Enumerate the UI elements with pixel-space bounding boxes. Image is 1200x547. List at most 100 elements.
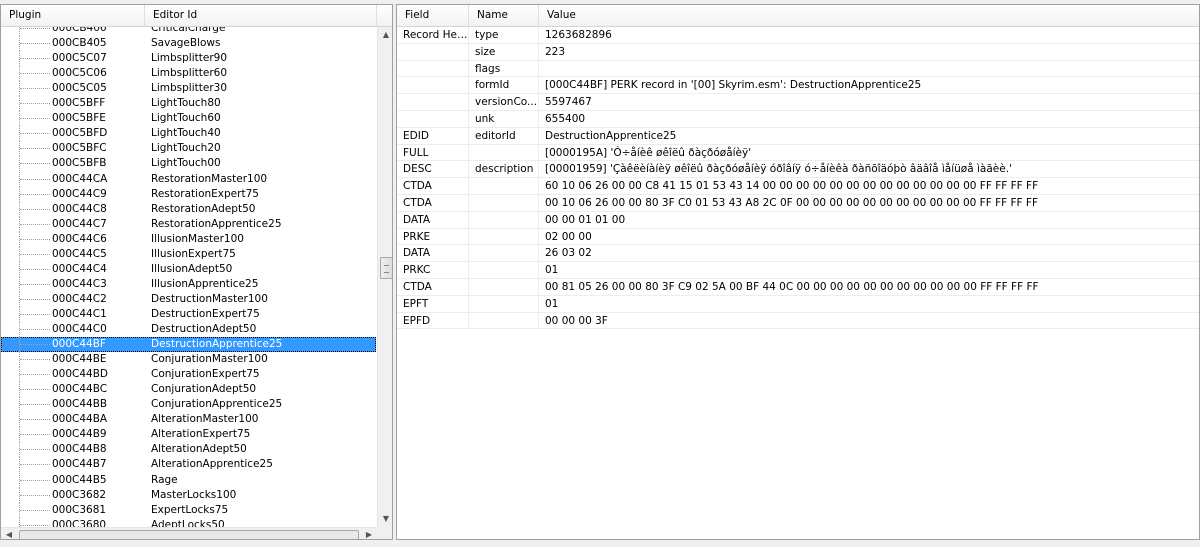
record-field-row[interactable]: Record Hea... type 1263682896 bbox=[397, 27, 1199, 44]
tree-row[interactable]: 000C5C06 Limbsplitter60 bbox=[1, 66, 376, 82]
tree-row[interactable]: 000C5BFD LightTouch40 bbox=[1, 126, 376, 142]
tree-row[interactable]: 000C3681 ExpertLocks75 bbox=[1, 502, 376, 518]
tree-branch-line bbox=[20, 464, 50, 466]
record-editor-id: ConjurationAdept50 bbox=[151, 383, 257, 396]
tree-row[interactable]: 000C5BFB LightTouch00 bbox=[1, 156, 376, 172]
tree-row[interactable]: 000C44C9 RestorationExpert75 bbox=[1, 186, 376, 202]
record-field-row[interactable]: PRKE 02 00 00 bbox=[397, 228, 1199, 246]
record-field-row[interactable]: size 223 bbox=[397, 43, 1199, 61]
record-field-row[interactable]: flags bbox=[397, 60, 1199, 78]
tree-row[interactable]: 000C44BC ConjurationAdept50 bbox=[1, 382, 376, 398]
tree-branch-line bbox=[20, 434, 50, 436]
scroll-down-arrow-icon[interactable]: ▼ bbox=[378, 511, 392, 527]
record-form-id: 000CB406 bbox=[52, 27, 107, 34]
tree-row[interactable]: 000C44B5 Rage bbox=[1, 472, 376, 488]
tree-row[interactable]: 000C3680 AdeptLocks50 bbox=[1, 517, 376, 527]
value-cell: 1263682896 bbox=[545, 29, 612, 41]
record-editor-id: AlterationAdept50 bbox=[151, 443, 247, 456]
record-form-id: 000C3680 bbox=[52, 518, 107, 527]
record-form-id: 000C5BFD bbox=[52, 127, 108, 140]
record-editor-id: AlterationMaster100 bbox=[151, 413, 259, 426]
column-header-name[interactable]: Name bbox=[469, 5, 539, 26]
tree-branch-line bbox=[20, 509, 50, 511]
tree-row[interactable]: 000C44C0 DestructionAdept50 bbox=[1, 322, 376, 337]
tree-row[interactable]: 000C44BB ConjurationApprentice25 bbox=[1, 397, 376, 413]
tree-row[interactable]: 000C5BFE LightTouch60 bbox=[1, 111, 376, 127]
tree-branch-line bbox=[20, 298, 50, 300]
record-form-id: 000C44C7 bbox=[52, 217, 107, 230]
field-cell bbox=[397, 60, 469, 77]
record-field-row[interactable]: versionCo... 5597467 bbox=[397, 94, 1199, 111]
tree-row[interactable]: 000C44C2 DestructionMaster100 bbox=[1, 291, 376, 307]
tree-row[interactable]: 000C44C8 RestorationAdept50 bbox=[1, 201, 376, 217]
column-header-field[interactable]: Field bbox=[397, 5, 469, 26]
record-field-row[interactable]: CTDA 00 10 06 26 00 00 80 3F C0 01 53 43 … bbox=[397, 194, 1199, 212]
field-cell: FULL bbox=[397, 144, 469, 161]
tree-row[interactable]: 000C44B8 AlterationAdept50 bbox=[1, 442, 376, 458]
record-field-row[interactable]: EDID editorId DestructionApprentice25 bbox=[397, 127, 1199, 145]
tree-row[interactable]: 000C5C05 Limbsplitter30 bbox=[1, 81, 376, 97]
tree-row[interactable]: 000C44C1 DestructionExpert75 bbox=[1, 306, 376, 322]
horizontal-scroll-thumb[interactable] bbox=[19, 530, 359, 539]
record-field-row[interactable]: PRKC 01 bbox=[397, 262, 1199, 279]
record-field-row[interactable]: EPFD 00 00 00 3F bbox=[397, 312, 1199, 330]
value-cell: 00 00 00 3F bbox=[545, 314, 608, 327]
column-header-editor-id[interactable]: Editor Id bbox=[145, 5, 377, 26]
value-cell: 5597467 bbox=[545, 96, 592, 109]
tree-row[interactable]: 000C44B7 AlterationApprentice25 bbox=[1, 457, 376, 473]
tree-row-selected[interactable]: 000C44BF DestructionApprentice25 bbox=[1, 337, 376, 353]
scroll-up-arrow-icon[interactable]: ▲ bbox=[378, 27, 392, 43]
field-cell: DATA bbox=[397, 245, 469, 262]
tree-row[interactable]: 000C5BFF LightTouch80 bbox=[1, 96, 376, 112]
field-cell: EPFD bbox=[397, 312, 469, 329]
record-field-row[interactable]: CTDA 60 10 06 26 00 00 C8 41 15 01 53 43 … bbox=[397, 178, 1199, 195]
record-field-row[interactable]: DATA 26 03 02 bbox=[397, 245, 1199, 263]
scroll-left-arrow-icon[interactable]: ◀ bbox=[1, 528, 17, 539]
tree-branch-line bbox=[20, 133, 50, 135]
record-field-row[interactable]: FULL [0000195A] 'Ó÷åíèê øêîëû ðàçðóøåíèÿ' bbox=[397, 144, 1199, 162]
record-form-id: 000C44C9 bbox=[52, 187, 107, 200]
tree-vertical-scrollbar[interactable]: ▲ ▼ bbox=[377, 27, 392, 527]
name-cell bbox=[469, 262, 539, 279]
record-field-row[interactable]: DESC description [00001959] 'Çàêëèíàíèÿ øê… bbox=[397, 161, 1199, 179]
record-field-row[interactable]: formId [000C44BF] PERK record in '[00] Sk… bbox=[397, 77, 1199, 95]
tree-row[interactable]: 000C44CA RestorationMaster100 bbox=[1, 171, 376, 187]
tree-horizontal-scrollbar[interactable]: ◀ ▶ bbox=[1, 527, 377, 539]
tree-row[interactable]: 000C44C5 IllusionExpert75 bbox=[1, 246, 376, 262]
tree-row[interactable]: 000CB406 CriticalCharge bbox=[1, 27, 376, 36]
name-cell: unk bbox=[469, 110, 539, 127]
value-cell: [000C44BF] PERK record in '[00] Skyrim.e… bbox=[545, 79, 922, 92]
tree-row[interactable]: 000C44BE ConjurationMaster100 bbox=[1, 352, 376, 368]
name-cell: formId bbox=[469, 77, 539, 94]
field-cell: DESC bbox=[397, 161, 469, 178]
tree-row[interactable]: 000C44BA AlterationMaster100 bbox=[1, 412, 376, 428]
record-form-id: 000C44C0 bbox=[52, 323, 107, 335]
column-header-plugin[interactable]: Plugin bbox=[1, 5, 145, 26]
record-field-row[interactable]: DATA 00 00 01 01 00 bbox=[397, 211, 1199, 229]
tree-row[interactable]: 000C44BD ConjurationExpert75 bbox=[1, 367, 376, 383]
tree-row[interactable]: 000C44C6 IllusionMaster100 bbox=[1, 231, 376, 247]
tree-row[interactable]: 000C44C4 IllusionAdept50 bbox=[1, 261, 376, 277]
tree-row[interactable]: 000C44C3 IllusionApprentice25 bbox=[1, 276, 376, 292]
tree-row[interactable]: 000C5C07 Limbsplitter90 bbox=[1, 51, 376, 67]
tree-branch-line bbox=[20, 118, 50, 120]
column-header-value[interactable]: Value bbox=[539, 5, 1199, 26]
tree-branch-line bbox=[20, 208, 50, 210]
tree-row[interactable]: 000CB405 SavageBlows bbox=[1, 36, 376, 52]
tree-row[interactable]: 000C44C7 RestorationApprentice25 bbox=[1, 216, 376, 232]
tree-row[interactable]: 000C44B9 AlterationExpert75 bbox=[1, 427, 376, 443]
tree-row[interactable]: 000C3682 MasterLocks100 bbox=[1, 487, 376, 503]
value-cell: DestructionApprentice25 bbox=[545, 129, 677, 142]
record-fields-grid: Record Hea... type 1263682896 size 223 flags f… bbox=[397, 27, 1199, 330]
tree-branch-line bbox=[20, 238, 50, 240]
name-cell: type bbox=[469, 27, 539, 43]
tree-row[interactable]: 000C5BFC LightTouch20 bbox=[1, 141, 376, 157]
field-cell: PRKE bbox=[397, 228, 469, 245]
record-field-row[interactable]: EPFT 01 bbox=[397, 295, 1199, 313]
scroll-right-arrow-icon[interactable]: ▶ bbox=[361, 528, 377, 539]
name-cell bbox=[469, 144, 539, 161]
scroll-thumb[interactable] bbox=[380, 257, 392, 279]
record-editor-id: LightTouch20 bbox=[151, 142, 221, 155]
record-field-row[interactable]: unk 655400 bbox=[397, 110, 1199, 128]
record-field-row[interactable]: CTDA 00 81 05 26 00 00 80 3F C9 02 5A 00 … bbox=[397, 278, 1199, 296]
